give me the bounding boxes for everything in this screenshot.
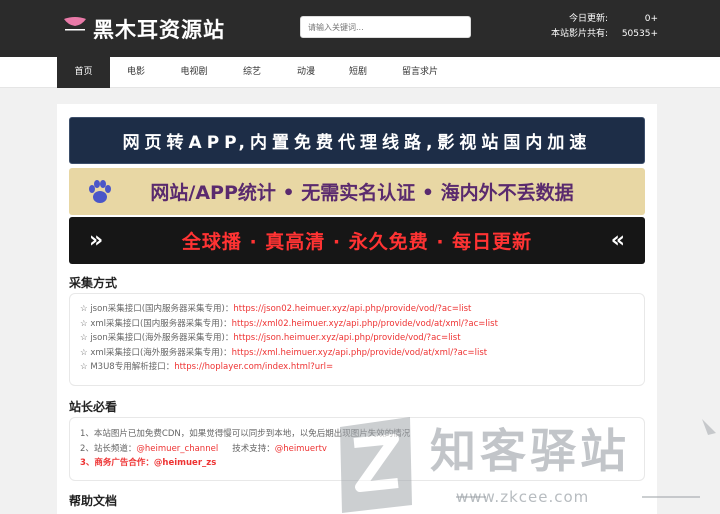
section-title-help: 帮助文档 (69, 494, 118, 508)
paw-icon (89, 180, 111, 203)
collect-box: ☆ json采集接口(国内服务器采集专用)：https://json02.hei… (69, 293, 645, 386)
main-nav: 首页 电影 电视剧 综艺 动漫 短剧 留言求片 (0, 57, 720, 88)
logo-icon[interactable] (62, 13, 88, 43)
nav-item-request[interactable]: 留言求片 (396, 57, 444, 88)
section-title-collect: 采集方式 (69, 276, 118, 290)
nav-item-variety[interactable]: 综艺 (232, 57, 272, 88)
collect-line: ☆ xml采集接口(国内服务器采集专用)：https://xml02.heimu… (80, 317, 634, 332)
watermark-url: www.zkcee.com (456, 488, 590, 506)
chevron-left-icon: « (610, 228, 625, 253)
collect-line: ☆ json采集接口(国内服务器采集专用)：https://json02.hei… (80, 302, 634, 317)
nav-item-home[interactable]: 首页 (57, 57, 110, 88)
collect-line: ☆ xml采集接口(海外服务器采集专用)：https://xml.heimuer… (80, 346, 634, 361)
stat-total-value: 50535+ (621, 29, 658, 39)
notice-channel-label: 2、站长频道： (80, 443, 137, 454)
notice-support-label: 技术支持： (232, 443, 275, 454)
section-title-notice: 站长必看 (69, 400, 118, 414)
nav-item-anime[interactable]: 动漫 (286, 57, 326, 88)
search-input[interactable] (301, 17, 470, 37)
top-header: 黑木耳资源站 今日更新: 0+ 本站影片共有: 50535+ (0, 0, 720, 57)
collect-line: ☆ M3U8专用解析接口：https://hoplayer.com/index.… (80, 360, 634, 375)
stat-today-label: 今日更新: (568, 14, 608, 24)
site-name[interactable]: 黑木耳资源站 (93, 14, 225, 44)
collect-link[interactable]: https://xml.heimuer.xyz/api.php/provide/… (232, 348, 487, 358)
nav-item-movies[interactable]: 电影 (116, 57, 156, 88)
collect-label: ☆ xml采集接口(海外服务器采集专用)： (80, 347, 232, 358)
collect-link[interactable]: https://json02.heimuer.xyz/api.php/provi… (233, 304, 471, 314)
banner-global-play[interactable]: » 全球播 · 真高清 · 永久免费 · 每日更新 « (69, 217, 645, 264)
support-link[interactable]: @heimuertv (275, 444, 327, 454)
stat-total: 本站影片共有: 50535+ (551, 27, 658, 42)
channel-link[interactable]: @heimuer_channel (136, 444, 218, 454)
collect-line: ☆ json采集接口(海外服务器采集专用)：https://json.heimu… (80, 331, 634, 346)
stat-total-label: 本站影片共有: (550, 29, 608, 39)
watermark-text: 知客驿站 (430, 424, 630, 478)
collect-link[interactable]: https://hoplayer.com/index.html?url= (174, 362, 333, 372)
collect-label: ☆ json采集接口(国内服务器采集专用)： (80, 304, 234, 314)
chevron-right-icon: » (89, 228, 103, 253)
collect-link[interactable]: https://xml02.heimuer.xyz/api.php/provid… (232, 319, 498, 329)
banner-statistics[interactable]: 网站/APP统计 • 无需实名认证 • 海内外不丢数据 (69, 168, 645, 215)
collect-label: ☆ json采集接口(海外服务器采集专用)： (80, 333, 234, 343)
banner-global-play-text: 全球播 · 真高清 · 永久免费 · 每日更新 (181, 231, 533, 253)
stat-today-value: 0+ (644, 14, 658, 24)
collect-link[interactable]: https://json.heimuer.xyz/api.php/provide… (233, 333, 460, 343)
collect-label: ☆ xml采集接口(国内服务器采集专用)： (80, 318, 232, 329)
banner-app-proxy-text: 网页转APP,内置免费代理线路,影视站国内加速 (122, 133, 592, 153)
banner-app-proxy[interactable]: 网页转APP,内置免费代理线路,影视站国内加速 (69, 117, 645, 164)
nav-item-short-drama[interactable]: 短剧 (338, 57, 378, 88)
site-stats: 今日更新: 0+ 本站影片共有: 50535+ (551, 12, 658, 42)
banner-statistics-text: 网站/APP统计 • 无需实名认证 • 海内外不丢数据 (150, 182, 574, 204)
stat-today: 今日更新: 0+ (551, 12, 658, 27)
nav-item-tv-series[interactable]: 电视剧 (173, 57, 215, 88)
search-box[interactable] (300, 16, 471, 38)
collect-label: ☆ M3U8专用解析接口： (80, 362, 175, 372)
